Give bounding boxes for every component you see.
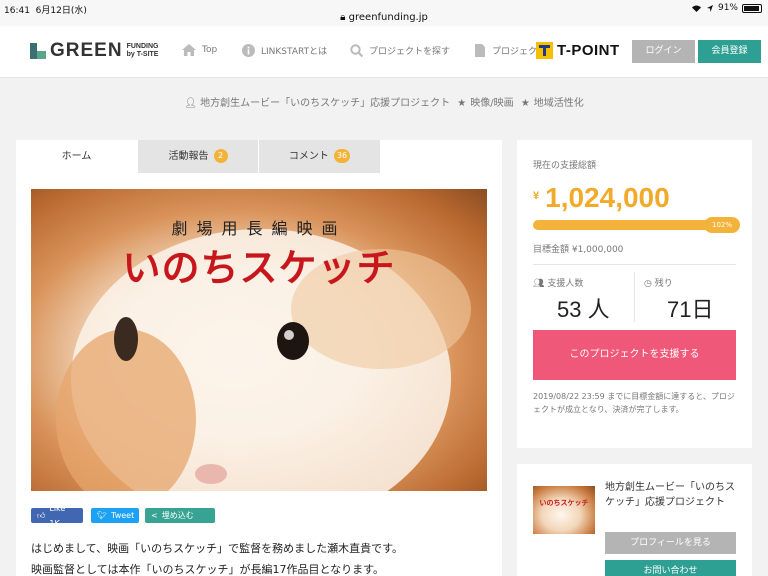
divider bbox=[533, 264, 736, 265]
body-paragraph: はじめまして、映画「いのちスケッチ」で監督を務めました瀬木直貴です。 bbox=[31, 542, 404, 555]
deadline-note: 2019/08/22 23:59 までに目標金額に達すると、プロジェクトが成立と… bbox=[533, 392, 735, 414]
address-bar[interactable]: 🔒︎ greenfunding.jp bbox=[0, 12, 768, 23]
tab-bar: ホーム 活動報告 2 コメント 36 bbox=[16, 140, 502, 173]
project-thumbnail[interactable]: いのちスケッチ bbox=[533, 486, 595, 534]
funding-progress-bar: 102% bbox=[533, 217, 740, 233]
star-icon: ★ bbox=[520, 98, 530, 109]
body-paragraph: 映画監督としては本作「いのちスケッチ」が長編17作品目となります。 bbox=[31, 563, 385, 576]
status-bar: 16:41 6月12日(水) 🔒︎ greenfunding.jp 91% bbox=[0, 0, 768, 26]
people-icon: 👥︎ bbox=[533, 279, 545, 289]
tab-comments[interactable]: コメント 36 bbox=[259, 140, 380, 173]
goal-amount: 目標金額 ¥1,000,000 bbox=[533, 245, 624, 255]
logo-subtitle: FUNDING by T-SITE bbox=[126, 43, 159, 58]
battery-icon bbox=[742, 3, 762, 13]
contact-button[interactable]: お問い合わせ bbox=[605, 560, 736, 576]
comments-count-badge: 36 bbox=[333, 149, 351, 163]
nav-project-post[interactable]: プロジェク bbox=[474, 44, 537, 57]
project-name[interactable]: 地方創生ムービー「いのちスケッチ」応援プロジェクト bbox=[200, 98, 450, 109]
divider bbox=[634, 272, 635, 322]
star-icon: ★ bbox=[457, 98, 467, 109]
tab-reports[interactable]: 活動報告 2 bbox=[138, 140, 258, 173]
user-icon: 👤︎ bbox=[184, 98, 197, 109]
embed-button[interactable]: < 埋め込む bbox=[145, 508, 215, 523]
clock-icon: ◷ bbox=[644, 279, 652, 289]
category-film[interactable]: 映像/映画 bbox=[470, 98, 513, 109]
hero-subtitle: 劇場用長編映画 bbox=[171, 219, 347, 238]
location-icon bbox=[706, 4, 713, 12]
battery-percent: 91% bbox=[717, 3, 738, 13]
register-button[interactable]: 会員登録 bbox=[698, 40, 761, 63]
nav-top[interactable]: Top bbox=[182, 44, 217, 56]
search-icon bbox=[350, 44, 363, 57]
remaining-label: ◷ 残り bbox=[644, 279, 673, 289]
remaining-days: 71日 bbox=[667, 297, 714, 322]
supporters-label: 👥︎ 支援人数 bbox=[533, 279, 584, 289]
hero-title: いのちスケッチ bbox=[122, 245, 396, 290]
current-total-label: 現在の支援総額 bbox=[533, 161, 597, 171]
reports-count-badge: 2 bbox=[213, 149, 228, 163]
site-logo[interactable]: GREEN FUNDING by T-SITE bbox=[30, 40, 158, 62]
lock-icon: 🔒︎ bbox=[340, 12, 346, 23]
nav-search-projects[interactable]: プロジェクトを探す bbox=[350, 44, 450, 57]
document-icon bbox=[475, 44, 485, 57]
thumbs-up-icon: 👍︎ bbox=[37, 511, 46, 520]
supporters-count: 53 人 bbox=[557, 297, 610, 322]
category-regional[interactable]: 地域活性化 bbox=[534, 98, 584, 109]
logo-text: GREEN bbox=[50, 40, 123, 61]
tab-home[interactable]: ホーム bbox=[16, 140, 137, 173]
home-icon bbox=[182, 44, 196, 56]
hero-image: 劇場用長編映画 いのちスケッチ bbox=[31, 189, 487, 491]
funding-panel: 現在の支援総額 ¥1,024,000 102% 目標金額 ¥1,000,000 … bbox=[517, 140, 752, 448]
main-content: ホーム 活動報告 2 コメント 36 劇場用長編映画 いのちスケッチ 👍︎ Like … bbox=[16, 140, 502, 576]
url-text: greenfunding.jp bbox=[348, 12, 428, 23]
facebook-like-button[interactable]: 👍︎ Like 1K bbox=[31, 504, 83, 528]
project-header: 👤︎ 地方創生ムービー「いのちスケッチ」応援プロジェクト ★ 映像/映画 ★ 地域活… bbox=[0, 94, 768, 109]
tpoint-icon bbox=[536, 41, 553, 59]
login-button[interactable]: ログイン bbox=[632, 40, 695, 63]
twitter-bird-icon: 🐦︎ bbox=[97, 511, 108, 520]
owner-name[interactable]: 地方創生ムービー「いのちスケッチ」応援プロジェクト bbox=[605, 480, 737, 510]
funding-amount: ¥1,024,000 bbox=[533, 182, 670, 213]
tpoint-logo[interactable]: T-POINT bbox=[536, 40, 620, 60]
site-header: GREEN FUNDING by T-SITE Top LINKSTARTとは … bbox=[0, 26, 768, 78]
view-profile-button[interactable]: プロフィールを見る bbox=[605, 532, 736, 554]
share-icon: < bbox=[151, 511, 158, 520]
status-indicators: 91% bbox=[691, 3, 762, 13]
logo-mark-icon bbox=[30, 43, 46, 59]
info-icon bbox=[242, 44, 255, 57]
tweet-button[interactable]: 🐦︎ Tweet bbox=[91, 508, 139, 523]
support-project-button[interactable]: このプロジェクトを支援する bbox=[533, 330, 736, 380]
project-owner-card: いのちスケッチ 地方創生ムービー「いのちスケッチ」応援プロジェクト プロフィール… bbox=[517, 464, 752, 576]
progress-percent: 102% bbox=[704, 217, 740, 233]
nav-linkstart[interactable]: LINKSTARTとは bbox=[242, 44, 327, 57]
wifi-icon bbox=[691, 5, 701, 12]
